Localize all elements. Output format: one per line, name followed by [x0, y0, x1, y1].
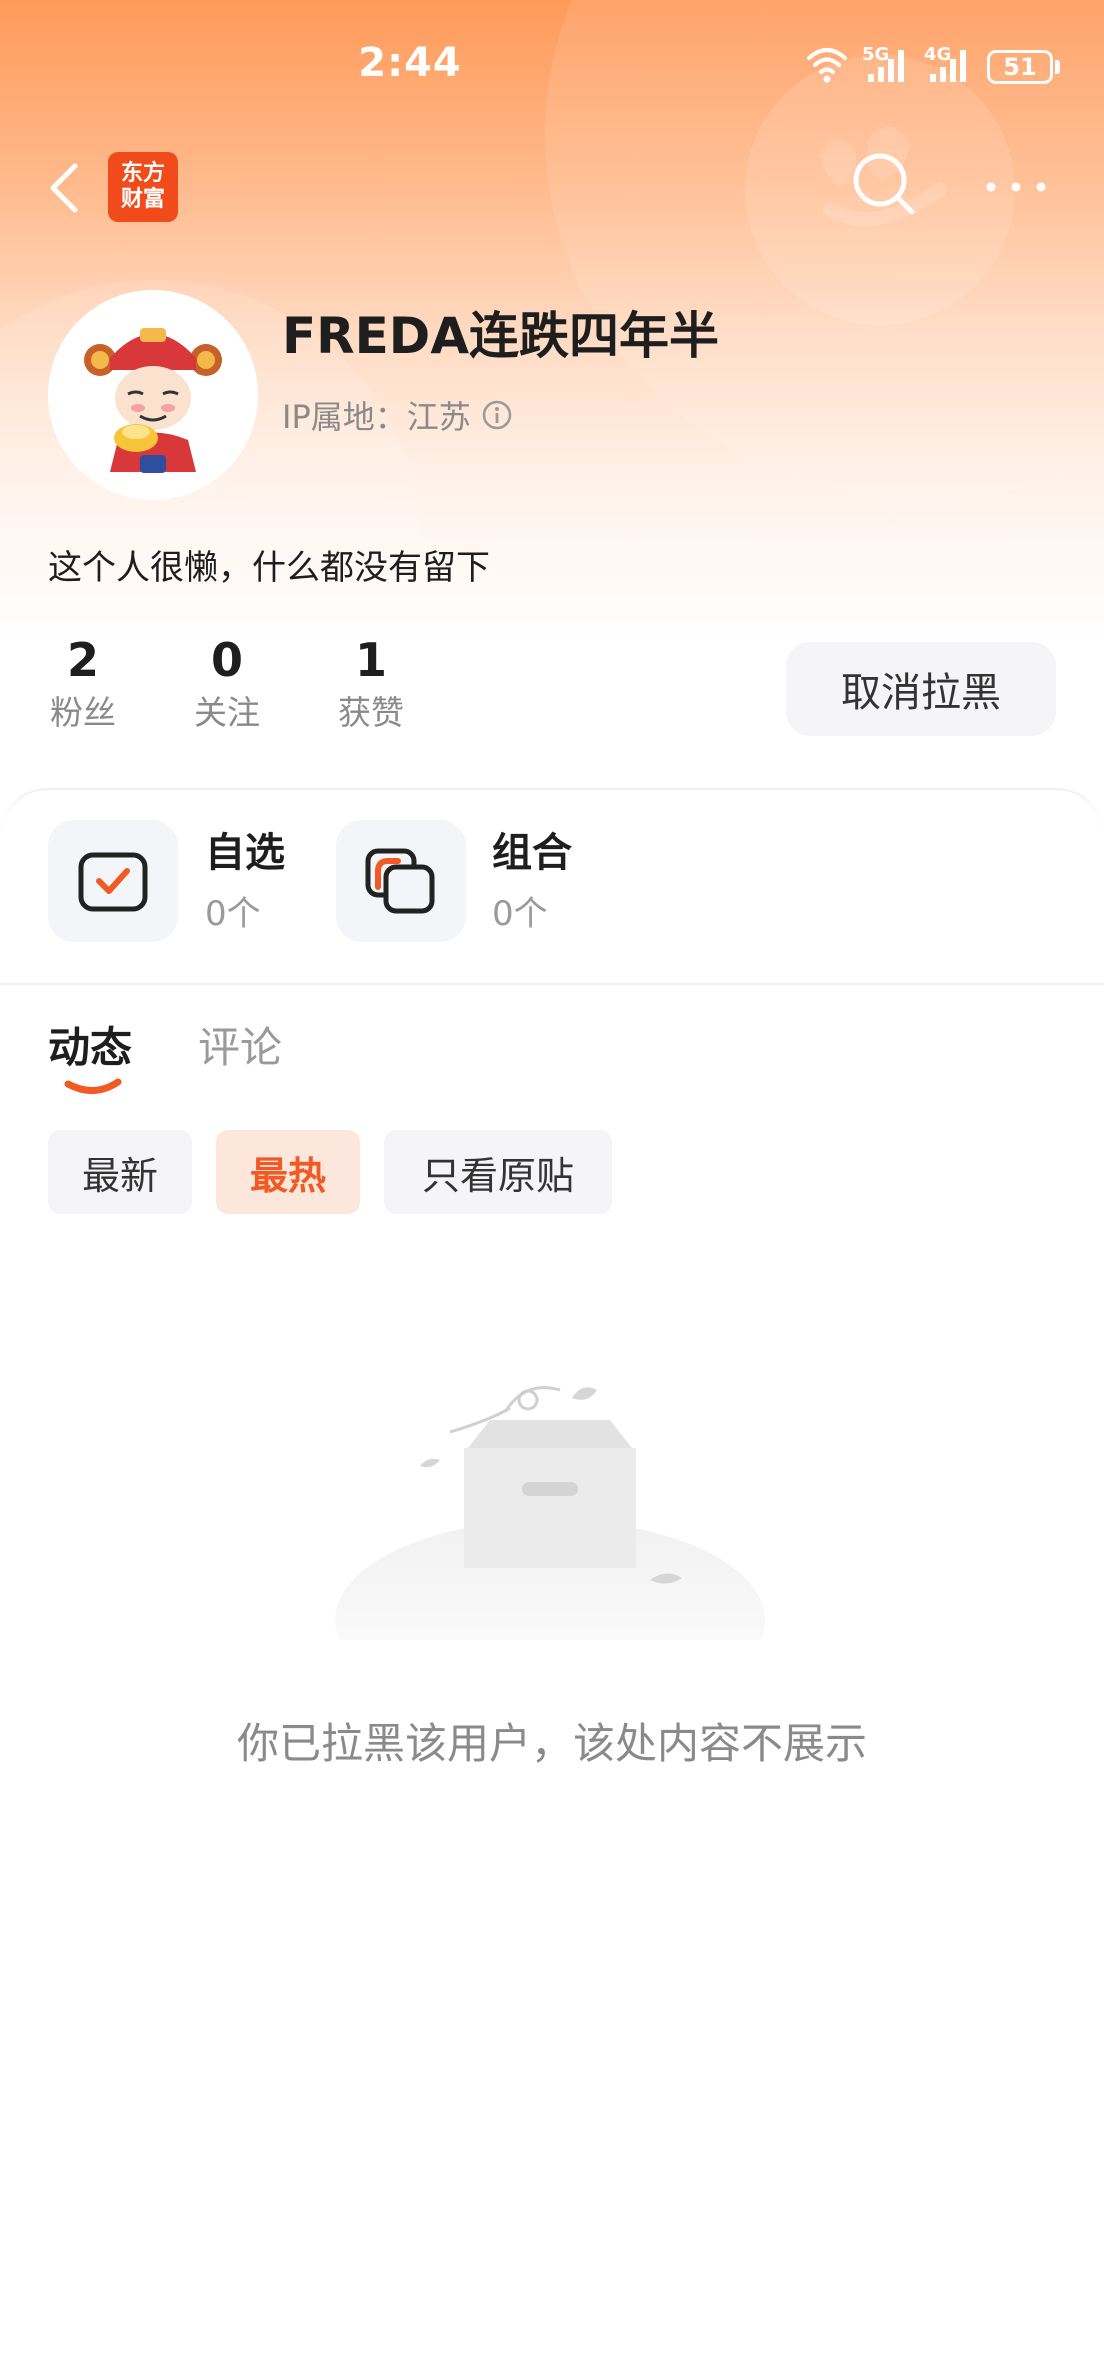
tab-indicator: [64, 1078, 122, 1094]
stat-label: 关注: [194, 693, 260, 732]
stat-label: 粉丝: [50, 693, 116, 732]
empty-box-icon: [335, 1386, 765, 1640]
filter-hottest[interactable]: 最热: [216, 1130, 360, 1214]
stat-value: 1: [354, 633, 387, 687]
stat-label: 获赞: [338, 693, 404, 732]
username: FREDA连跌四年半: [282, 307, 720, 365]
stat-likes[interactable]: 1 获赞: [316, 632, 426, 738]
battery-indicator: 51: [987, 50, 1053, 84]
wifi-icon: [807, 48, 847, 83]
bio: 这个人很懒，什么都没有留下: [48, 548, 490, 588]
stat-value: 2: [66, 633, 99, 687]
search-icon[interactable]: [850, 150, 918, 218]
empty-state-message: 你已拉黑该用户，该处内容不展示: [236, 1719, 867, 1768]
more-options-icon[interactable]: [985, 175, 1047, 199]
stat-value: 0: [210, 633, 243, 687]
section-divider: [0, 983, 1104, 985]
tab-comments[interactable]: 评论: [198, 1014, 282, 1075]
portfolio-tile[interactable]: [336, 820, 466, 942]
status-time: 2:44: [358, 40, 462, 86]
stat-followers[interactable]: 2 粉丝: [28, 632, 138, 738]
watchlist-tile[interactable]: [48, 820, 178, 942]
signal-icon-2: [930, 50, 966, 82]
app-logo: 东方 财富: [108, 152, 178, 222]
battery-cap: [1055, 60, 1060, 74]
watchlist-count: 0个: [205, 894, 261, 934]
portfolio-count: 0个: [492, 894, 548, 934]
tab-posts[interactable]: 动态: [48, 1014, 132, 1075]
app-logo-line1: 东方: [120, 161, 165, 186]
portfolio-icon: [365, 848, 435, 914]
portfolio-title[interactable]: 组合: [492, 820, 572, 878]
checkbox-icon: [78, 852, 148, 912]
app-logo-line2: 财富: [120, 187, 165, 212]
signal-icon: [868, 50, 904, 82]
caishen-avatar-icon: [84, 328, 222, 473]
back-arrow-icon[interactable]: [45, 160, 85, 216]
stat-following[interactable]: 0 关注: [172, 632, 282, 738]
filter-latest[interactable]: 最新: [48, 1130, 192, 1214]
avatar[interactable]: [48, 290, 258, 500]
ip-location-text: IP属地：江苏: [282, 398, 471, 436]
watchlist-title[interactable]: 自选: [205, 820, 285, 878]
ip-location: IP属地：江苏: [282, 392, 513, 438]
filter-original-only[interactable]: 只看原贴: [384, 1130, 612, 1214]
info-icon[interactable]: [481, 399, 513, 431]
status-bar: 2:44 5G 4G 51: [0, 0, 1104, 130]
unblock-button[interactable]: 取消拉黑: [786, 642, 1056, 736]
